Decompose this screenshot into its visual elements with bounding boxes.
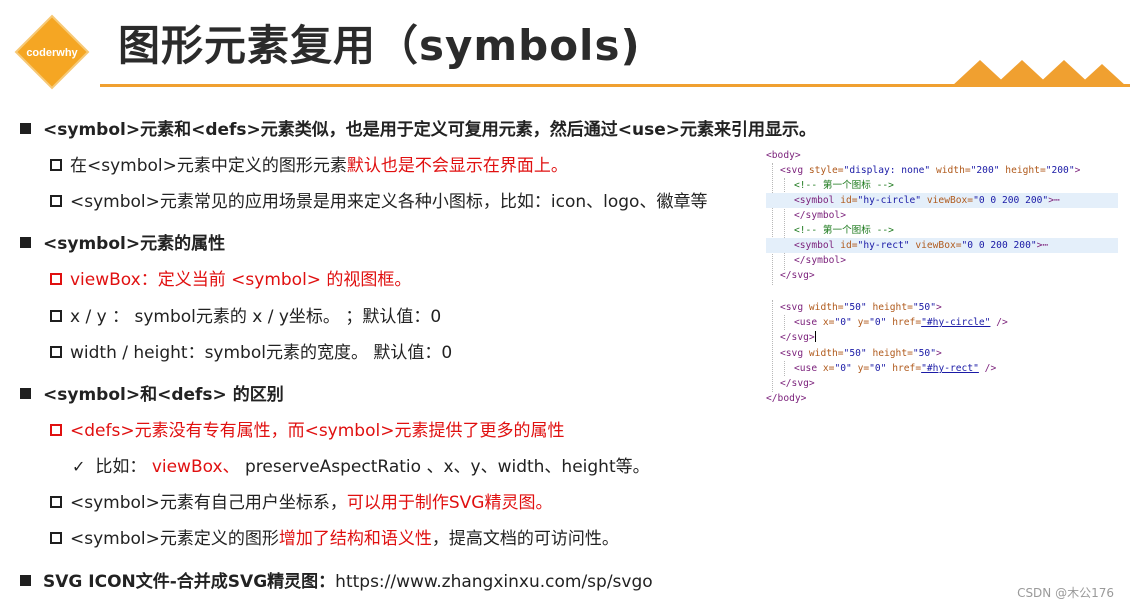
code-line-highlighted: <symbol id="hy-rect" viewBox="0 0 200 20… <box>766 238 1118 253</box>
hollow-square-bullet-icon <box>50 273 62 285</box>
bullet-text-highlight: viewBox、 <box>151 457 240 477</box>
square-bullet-icon <box>20 123 31 134</box>
square-bullet-icon <box>20 388 31 399</box>
bullet-user-coords: <symbol>元素有自己用户坐标系，可以用于制作SVG精灵图。 <box>50 491 552 515</box>
bullet-text: <symbol>和<defs> 的区别 <box>43 385 284 405</box>
code-line: </symbol> <box>794 255 846 266</box>
bullet-defs-no-attrs: <defs>元素没有专有属性，而<symbol>元素提供了更多的属性 <box>50 419 564 443</box>
code-line: </svg> <box>780 270 815 281</box>
bullet-text: ，提高文档的可访问性。 <box>431 529 619 549</box>
logo-text: coderwhy <box>26 47 78 59</box>
bullet-text: 比如： <box>95 457 147 477</box>
code-line: <!-- 第一个图标 --> <box>794 180 894 191</box>
bullet-text-highlight: 增加了结构和语义性 <box>278 529 432 549</box>
bullet-text: <symbol>元素定义的图形 <box>70 529 279 549</box>
bullet-use-cases: <symbol>元素常见的应用场景是用来定义各种小图标，比如：icon、logo… <box>50 190 707 214</box>
bullet-text: <symbol>元素常见的应用场景是用来定义各种小图标，比如：icon、logo… <box>70 192 708 212</box>
hollow-square-bullet-icon <box>50 346 62 358</box>
hollow-square-bullet-icon <box>50 424 62 436</box>
hollow-square-bullet-icon <box>50 532 62 544</box>
bullet-text-highlight: 可以用于制作SVG精灵图。 <box>346 493 553 513</box>
bullet-default-hidden: 在<symbol>元素中定义的图形元素默认也是不会显示在界面上。 <box>50 154 568 178</box>
bullet-example-attrs: ✓ 比如： viewBox、 preserveAspectRatio 、x、y、w… <box>72 455 650 479</box>
bullet-viewbox: viewBox：定义当前 <symbol> 的视图框。 <box>50 268 411 292</box>
bullet-text-highlight: 默认也是不会显示在界面上。 <box>346 156 568 176</box>
bullet-semantics: <symbol>元素定义的图形增加了结构和语义性，提高文档的可访问性。 <box>50 527 619 551</box>
code-line: <use x="0" y="0" href="#hy-rect" /> <box>794 363 997 374</box>
code-line: </svg> <box>780 331 816 343</box>
bullet-text: <symbol>元素有自己用户坐标系， <box>70 493 347 513</box>
square-bullet-icon <box>20 237 31 248</box>
square-bullet-icon <box>20 575 31 586</box>
bullet-text: preserveAspectRatio 、x、y、width、height等。 <box>244 457 650 477</box>
bullet-symbol-vs-defs: <symbol>和<defs> 的区别 <box>20 383 284 407</box>
code-line: </svg> <box>780 378 815 389</box>
bullet-symbol-intro: <symbol>元素和<defs>元素类似，也是用于定义可复用元素，然后通过<u… <box>20 118 816 142</box>
bullet-text: x / y ： symbol元素的 x / y坐标。 ；默认值：0 <box>70 307 442 327</box>
code-line: </body> <box>766 393 807 404</box>
bullet-width-height: width / height：symbol元素的宽度。 默认值：0 <box>50 341 452 365</box>
mountains-decoration <box>952 60 1126 86</box>
code-line: <!-- 第一个图标 --> <box>794 225 894 236</box>
code-line: <svg width="50" height="50"> <box>780 302 942 313</box>
bullet-svg-sprite-link: SVG ICON文件-合并成SVG精灵图：https://www.zhangxi… <box>20 570 653 594</box>
code-line: <body> <box>766 150 801 161</box>
bullet-text: <symbol>元素的属性 <box>43 234 226 254</box>
code-panel: <body> <svg style="display: none" width=… <box>766 148 1118 408</box>
bullet-text: viewBox：定义当前 <symbol> 的视图框。 <box>70 270 412 290</box>
bullet-xy: x / y ： symbol元素的 x / y坐标。 ；默认值：0 <box>50 305 441 329</box>
hollow-square-bullet-icon <box>50 310 62 322</box>
sprite-tool-url[interactable]: https://www.zhangxinxu.com/sp/svgo <box>335 572 653 592</box>
page-title: 图形元素复用（symbols) <box>118 21 641 70</box>
text-caret <box>814 331 816 342</box>
bullet-symbol-attributes: <symbol>元素的属性 <box>20 232 225 256</box>
hollow-square-bullet-icon <box>50 159 62 171</box>
code-line: <use x="0" y="0" href="#hy-circle" /> <box>794 317 1008 328</box>
hollow-square-bullet-icon <box>50 195 62 207</box>
code-line: <svg style="display: none" width="200" h… <box>780 165 1081 176</box>
code-line: <svg width="50" height="50"> <box>780 348 942 359</box>
bullet-text: 在<symbol>元素中定义的图形元素 <box>70 156 347 176</box>
bullet-text: <defs>元素没有专有属性，而<symbol>元素提供了更多的属性 <box>70 421 565 441</box>
csdn-watermark: CSDN @木公176 <box>1017 586 1114 600</box>
bullet-text: SVG ICON文件-合并成SVG精灵图： <box>43 572 336 592</box>
code-line: </symbol> <box>794 210 846 221</box>
bullet-text: <symbol>元素和<defs>元素类似，也是用于定义可复用元素，然后通过<u… <box>43 120 817 140</box>
hollow-square-bullet-icon <box>50 496 62 508</box>
coderwhy-logo: coderwhy <box>14 14 90 90</box>
code-line-highlighted: <symbol id="hy-circle" viewBox="0 0 200 … <box>766 193 1118 208</box>
bullet-text: width / height：symbol元素的宽度。 默认值：0 <box>70 343 453 363</box>
checkmark-icon: ✓ <box>72 457 86 476</box>
